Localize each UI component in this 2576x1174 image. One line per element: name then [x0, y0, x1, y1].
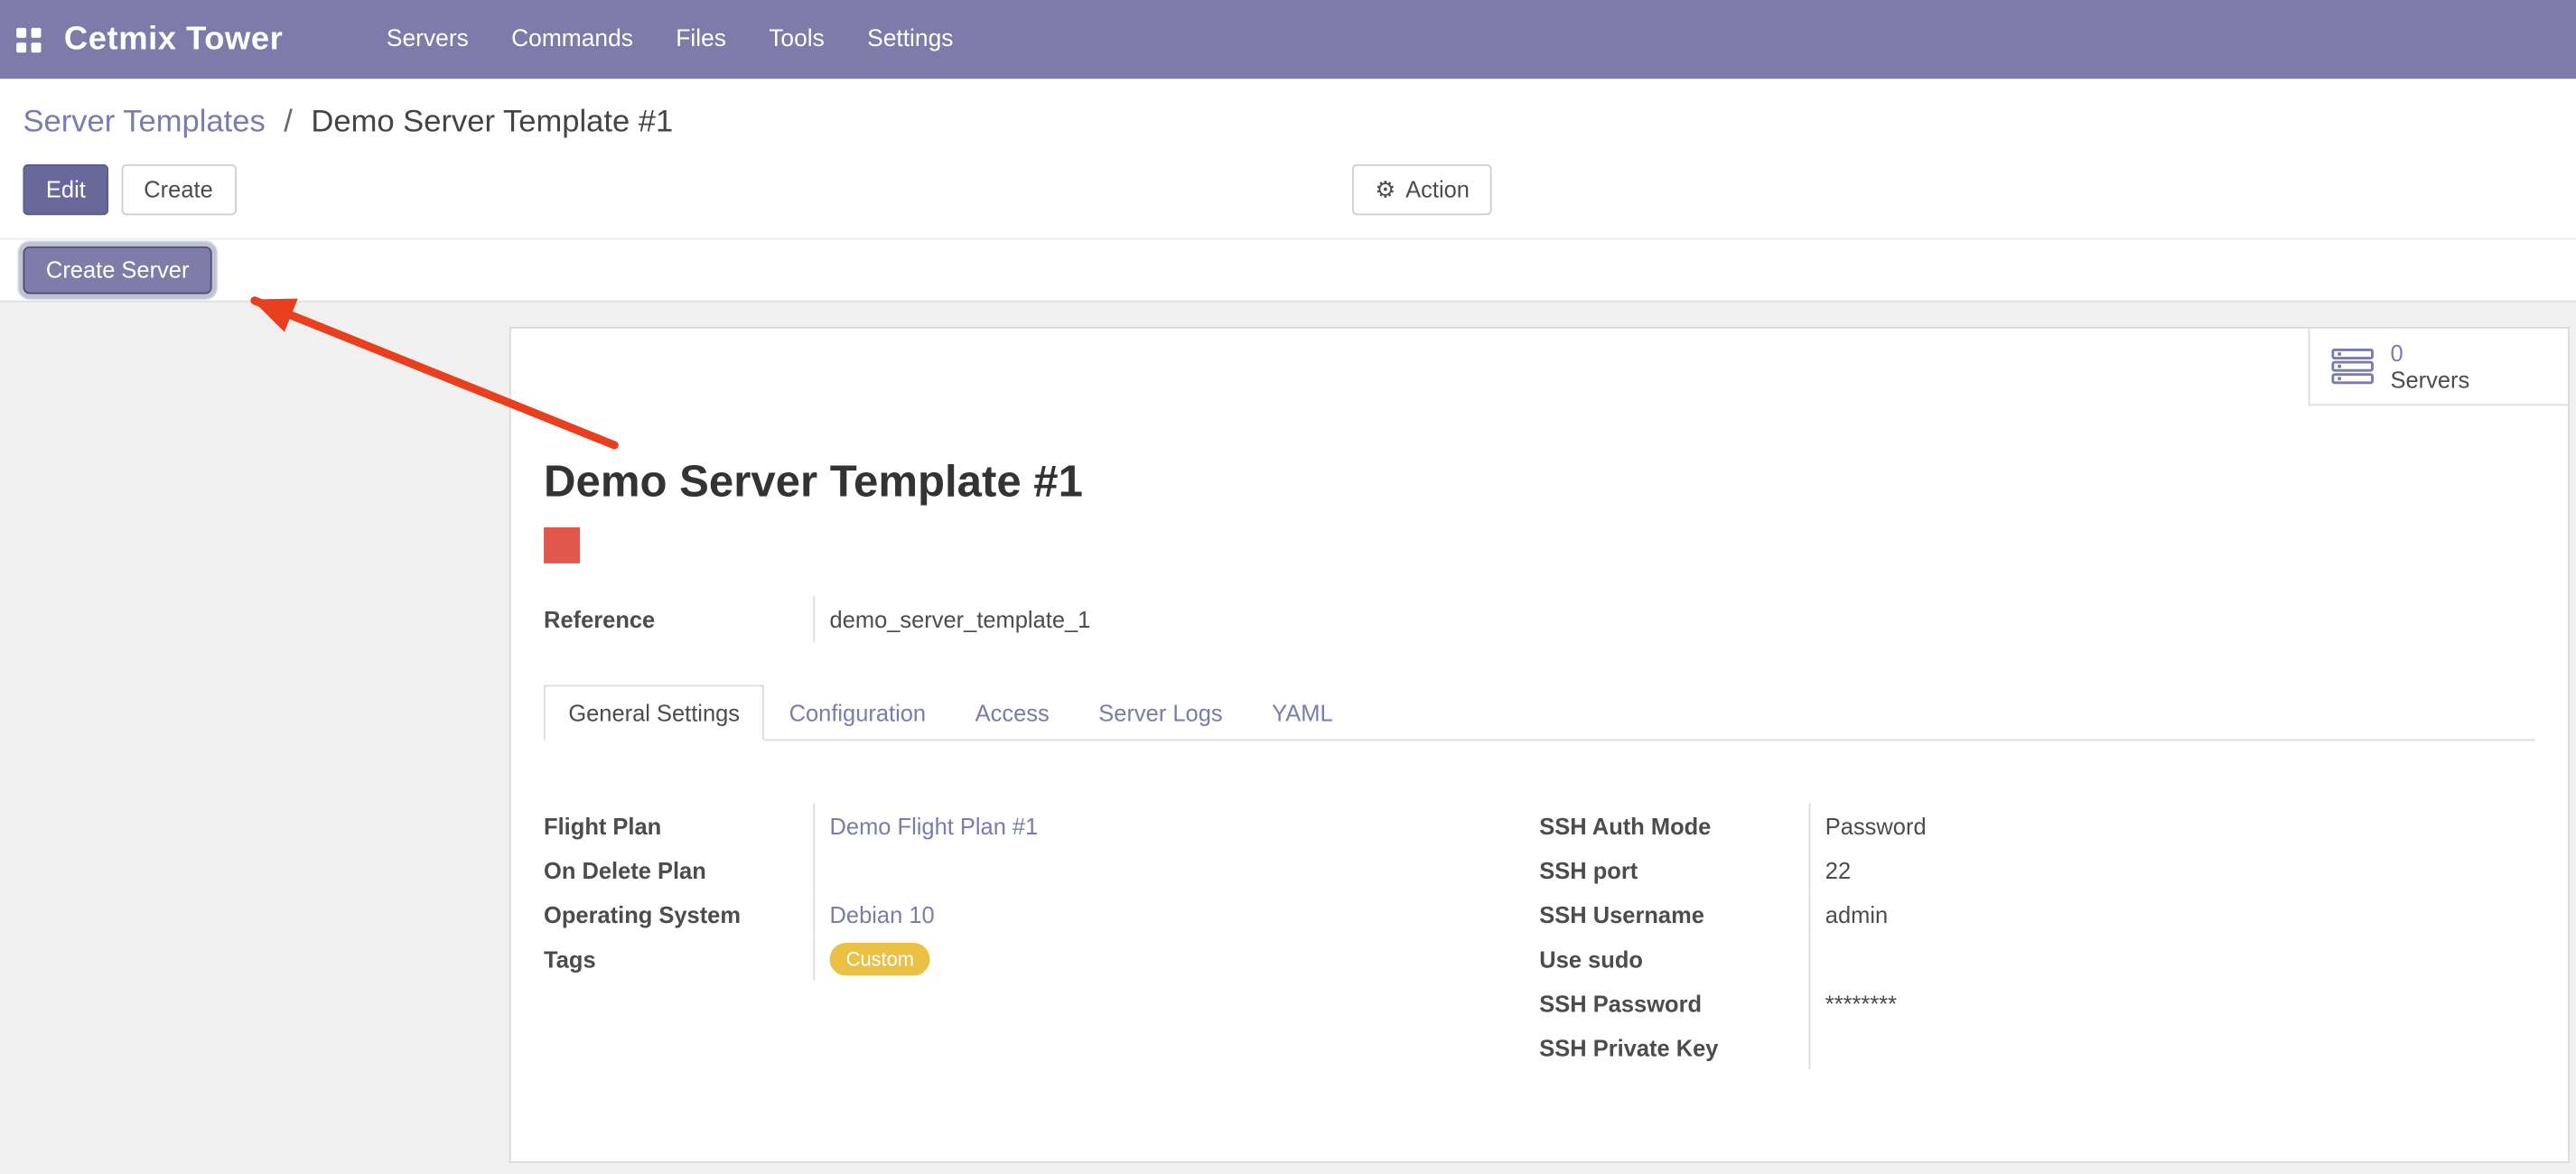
field-row-ssh-password: SSH Password ******** [1539, 981, 2534, 1025]
form-sheet: 0 Servers Demo Server Template #1 Refere… [509, 327, 2570, 1163]
field-value-ssh-auth-mode: Password [1809, 803, 2535, 847]
tag-custom: Custom [830, 942, 931, 974]
field-label-ssh-auth-mode: SSH Auth Mode [1539, 812, 1808, 838]
field-label-tags: Tags [544, 946, 813, 972]
field-label-ssh-port: SSH port [1539, 857, 1808, 883]
field-row-ssh-auth-mode: SSH Auth Mode Password [1539, 803, 2534, 847]
field-label-ssh-username: SSH Username [1539, 901, 1808, 927]
field-label-ssh-private-key: SSH Private Key [1539, 1034, 1808, 1060]
nav-item-settings[interactable]: Settings [845, 0, 975, 79]
field-label-use-sudo: Use sudo [1539, 946, 1808, 972]
field-value-tags: Custom [813, 936, 1539, 981]
color-swatch [544, 527, 580, 564]
field-row-tags: Tags Custom [544, 936, 1539, 981]
field-value-ssh-private-key [1809, 1025, 2535, 1069]
breadcrumb: Server Templates / Demo Server Template … [0, 102, 2576, 144]
form-field-groups: Flight Plan Demo Flight Plan #1 On Delet… [544, 803, 2535, 1134]
form-statusbar: Create Server [0, 240, 2576, 303]
page-root: Cetmix Tower Servers Commands Files Tool… [0, 0, 2576, 1174]
tab-access[interactable]: Access [950, 685, 1074, 741]
tab-configuration[interactable]: Configuration [764, 685, 950, 741]
nav-item-tools[interactable]: Tools [748, 0, 846, 79]
group-left: Flight Plan Demo Flight Plan #1 On Delet… [544, 803, 1539, 1069]
content-area: 0 Servers Demo Server Template #1 Refere… [0, 303, 2576, 1174]
stat-text: 0 Servers [2390, 340, 2469, 393]
create-button[interactable]: Create [121, 164, 236, 215]
apps-grid-icon[interactable] [16, 27, 41, 51]
field-row-ssh-port: SSH port 22 [1539, 848, 2534, 892]
tab-yaml[interactable]: YAML [1247, 685, 1358, 741]
tab-general-settings[interactable]: General Settings [544, 685, 764, 741]
field-value-ssh-port: 22 [1809, 848, 2535, 892]
stat-label: Servers [2390, 367, 2469, 393]
stat-value: 0 [2390, 340, 2469, 367]
field-label-operating-system: Operating System [544, 901, 813, 927]
field-label-flight-plan: Flight Plan [544, 812, 813, 838]
field-row-ssh-username: SSH Username admin [1539, 892, 2534, 936]
field-label-on-delete-plan: On Delete Plan [544, 857, 813, 883]
field-value-flight-plan: Demo Flight Plan #1 [813, 803, 1539, 847]
sheet-inner: Demo Server Template #1 Reference demo_s… [511, 329, 2568, 1135]
field-label-ssh-password: SSH Password [1539, 990, 1808, 1016]
reference-label: Reference [544, 596, 813, 642]
server-stack-icon [2331, 349, 2374, 385]
nav-item-commands[interactable]: Commands [490, 0, 654, 79]
edit-button[interactable]: Edit [23, 164, 108, 215]
breadcrumb-separator: / [274, 105, 302, 139]
navbar-brand[interactable]: Cetmix Tower [64, 21, 283, 59]
field-row-ssh-private-key: SSH Private Key [1539, 1025, 2534, 1069]
operating-system-link[interactable]: Debian 10 [830, 901, 935, 927]
field-value-ssh-username: admin [1809, 892, 2535, 936]
notebook-tabs: General Settings Configuration Access Se… [544, 685, 2535, 741]
gear-icon: ⚙ [1375, 176, 1395, 202]
page-title: Demo Server Template #1 [544, 457, 2535, 508]
field-row-operating-system: Operating System Debian 10 [544, 892, 1539, 936]
reference-row: Reference demo_server_template_1 [544, 596, 2535, 642]
tab-server-logs[interactable]: Server Logs [1074, 685, 1247, 741]
field-value-use-sudo [1809, 936, 2535, 981]
control-panel: Server Templates / Demo Server Template … [0, 79, 2576, 239]
field-row-flight-plan: Flight Plan Demo Flight Plan #1 [544, 803, 1539, 847]
create-server-button[interactable]: Create Server [23, 247, 211, 294]
flight-plan-link[interactable]: Demo Flight Plan #1 [830, 812, 1039, 838]
breadcrumb-link-server-templates[interactable]: Server Templates [23, 105, 265, 139]
field-row-use-sudo: Use sudo [1539, 936, 2534, 981]
top-navbar: Cetmix Tower Servers Commands Files Tool… [0, 0, 2576, 79]
breadcrumb-current: Demo Server Template #1 [311, 105, 673, 139]
action-button-label: Action [1405, 176, 1470, 202]
action-button[interactable]: ⚙ Action [1352, 164, 1492, 215]
nav-item-servers[interactable]: Servers [365, 0, 490, 79]
nav-item-files[interactable]: Files [655, 0, 748, 79]
reference-value: demo_server_template_1 [813, 596, 2534, 642]
field-value-operating-system: Debian 10 [813, 892, 1539, 936]
servers-stat-button[interactable]: 0 Servers [2309, 329, 2568, 405]
group-right: SSH Auth Mode Password SSH port 22 SSH U… [1539, 803, 2534, 1069]
navbar-menu: Servers Commands Files Tools Settings [365, 0, 975, 79]
field-value-ssh-password: ******** [1809, 981, 2535, 1025]
control-buttons-row: Edit Create ⚙ Action [0, 164, 2576, 238]
field-row-on-delete-plan: On Delete Plan [544, 848, 1539, 892]
field-value-on-delete-plan [813, 848, 1539, 892]
